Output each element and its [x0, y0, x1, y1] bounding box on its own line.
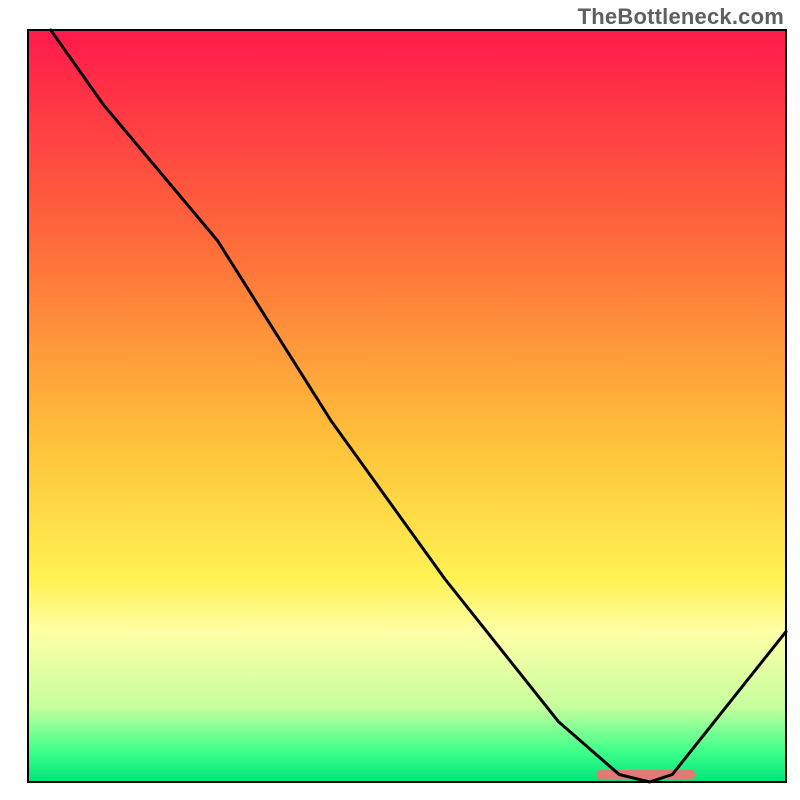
minimum-marker-band: [597, 770, 696, 779]
chart-container: [0, 0, 800, 800]
plot-background-gradient: [28, 30, 786, 782]
bottleneck-chart: [0, 0, 800, 800]
